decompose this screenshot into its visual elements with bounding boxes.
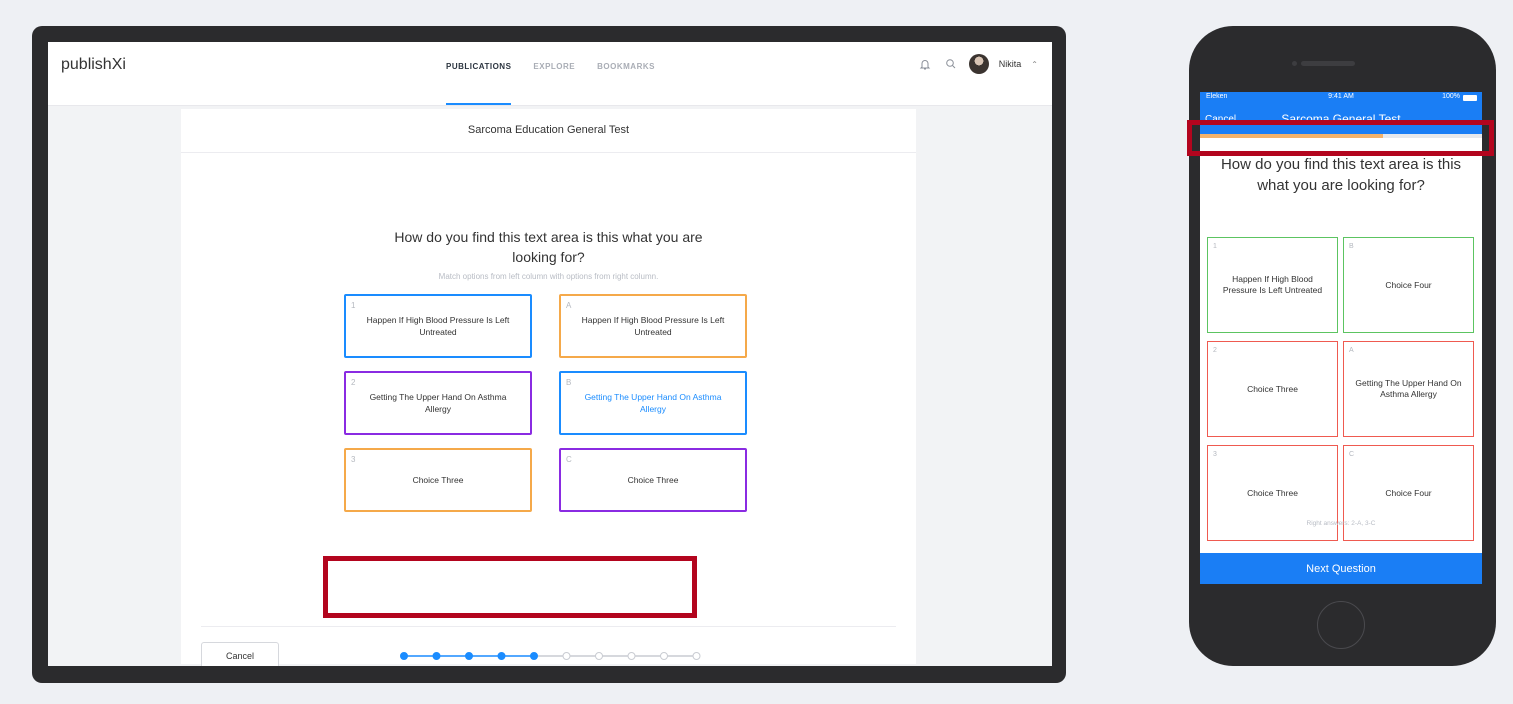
top-actions: Nikita ⌃ [917, 54, 1038, 74]
app-logo[interactable]: publishXi [61, 56, 126, 74]
battery-percent: 100% [1442, 93, 1460, 100]
home-button[interactable] [1317, 601, 1365, 649]
right-option-c[interactable]: C Choice Three [559, 448, 747, 512]
nav-publications[interactable]: PUBLICATIONS [446, 42, 512, 105]
status-bar: Eleken 9:41 AM 100% [1200, 92, 1482, 104]
mobile-screen: Eleken 9:41 AM 100% Cancel Sarcoma Gener… [1200, 92, 1482, 584]
stepper-dot [595, 652, 603, 660]
option-text: Choice Four [1385, 279, 1432, 290]
chevron-up-icon[interactable]: ⌃ [1031, 60, 1038, 69]
mobile-left-option-1[interactable]: 1 Happen If High Blood Pressure Is Left … [1207, 237, 1338, 333]
stepper-dot [660, 652, 668, 660]
option-key: A [566, 301, 572, 310]
stepper-dot [465, 652, 473, 660]
left-option-3[interactable]: 3 Choice Three [344, 448, 532, 512]
stepper-dot [627, 652, 636, 660]
battery-icon [1463, 95, 1477, 101]
left-option-2[interactable]: 2 Getting The Upper Hand On Asthma Aller… [344, 371, 532, 435]
test-title: Sarcoma Education General Test [181, 109, 916, 153]
left-option-1[interactable]: 1 Happen If High Blood Pressure Is Left … [344, 294, 532, 358]
nav-bookmarks[interactable]: BOOKMARKS [597, 42, 655, 105]
cancel-button[interactable]: Cancel [201, 642, 279, 666]
footer-divider [201, 626, 896, 627]
option-text: Getting The Upper Hand On Asthma Allergy [1355, 378, 1462, 399]
option-text: Happen If High Blood Pressure Is Left Un… [366, 315, 510, 337]
right-option-b[interactable]: B Getting The Upper Hand On Asthma Aller… [559, 371, 747, 435]
avatar[interactable] [968, 54, 989, 74]
user-name[interactable]: Nikita [999, 59, 1022, 69]
option-text: Choice Three [412, 475, 464, 485]
next-question-button[interactable]: Next Question [1200, 553, 1482, 584]
mobile-right-option-a[interactable]: A Getting The Upper Hand On Asthma Aller… [1343, 341, 1474, 437]
option-text: Choice Three [1247, 383, 1298, 394]
option-text: Choice Three [627, 475, 679, 485]
highlight-box-progress [323, 556, 697, 618]
mobile-left-option-2[interactable]: 2 Choice Three [1207, 341, 1338, 437]
stepper-dot [692, 652, 701, 660]
mobile-question-text: How do you find this text area is this w… [1220, 156, 1462, 194]
stepper-dot [562, 652, 571, 660]
top-navigation-bar: publishXi PUBLICATIONS EXPLORE BOOKMARKS… [48, 42, 1052, 106]
status-time: 9:41 AM [1328, 93, 1354, 100]
search-icon[interactable] [943, 56, 959, 72]
progress-stepper [400, 652, 701, 660]
nav-explore[interactable]: EXPLORE [533, 42, 575, 105]
option-key: 3 [351, 455, 356, 464]
option-text: Getting The Upper Hand On Asthma Allergy [584, 392, 722, 414]
right-option-a[interactable]: A Happen If High Blood Pressure Is Left … [559, 294, 747, 358]
right-answers-text: Right answers: 2-A, 3-C [1306, 520, 1376, 527]
option-text: Happen If High Blood Pressure Is Left Un… [581, 315, 725, 337]
option-key: B [566, 378, 572, 387]
option-key: C [566, 455, 572, 464]
question-text: How do you find this text area is this w… [394, 229, 703, 265]
stepper-dot [497, 652, 506, 660]
stepper-dot [400, 652, 408, 660]
option-text: Happen If High Blood Pressure Is Left Un… [1222, 274, 1323, 295]
camera [1292, 61, 1297, 66]
stepper-dot [530, 652, 538, 660]
highlight-box-mobile-progress [1187, 120, 1494, 156]
bell-icon[interactable] [917, 56, 933, 72]
speaker [1301, 61, 1355, 66]
instruction-text: Match options from left column with opti… [438, 272, 659, 281]
option-key: 2 [351, 378, 356, 387]
option-key: 1 [351, 301, 356, 310]
option-text: Getting The Upper Hand On Asthma Allergy [369, 392, 507, 414]
stepper-dot [432, 652, 441, 660]
main-nav: PUBLICATIONS EXPLORE BOOKMARKS [446, 42, 655, 105]
mobile-right-option-b[interactable]: B Choice Four [1343, 237, 1474, 333]
